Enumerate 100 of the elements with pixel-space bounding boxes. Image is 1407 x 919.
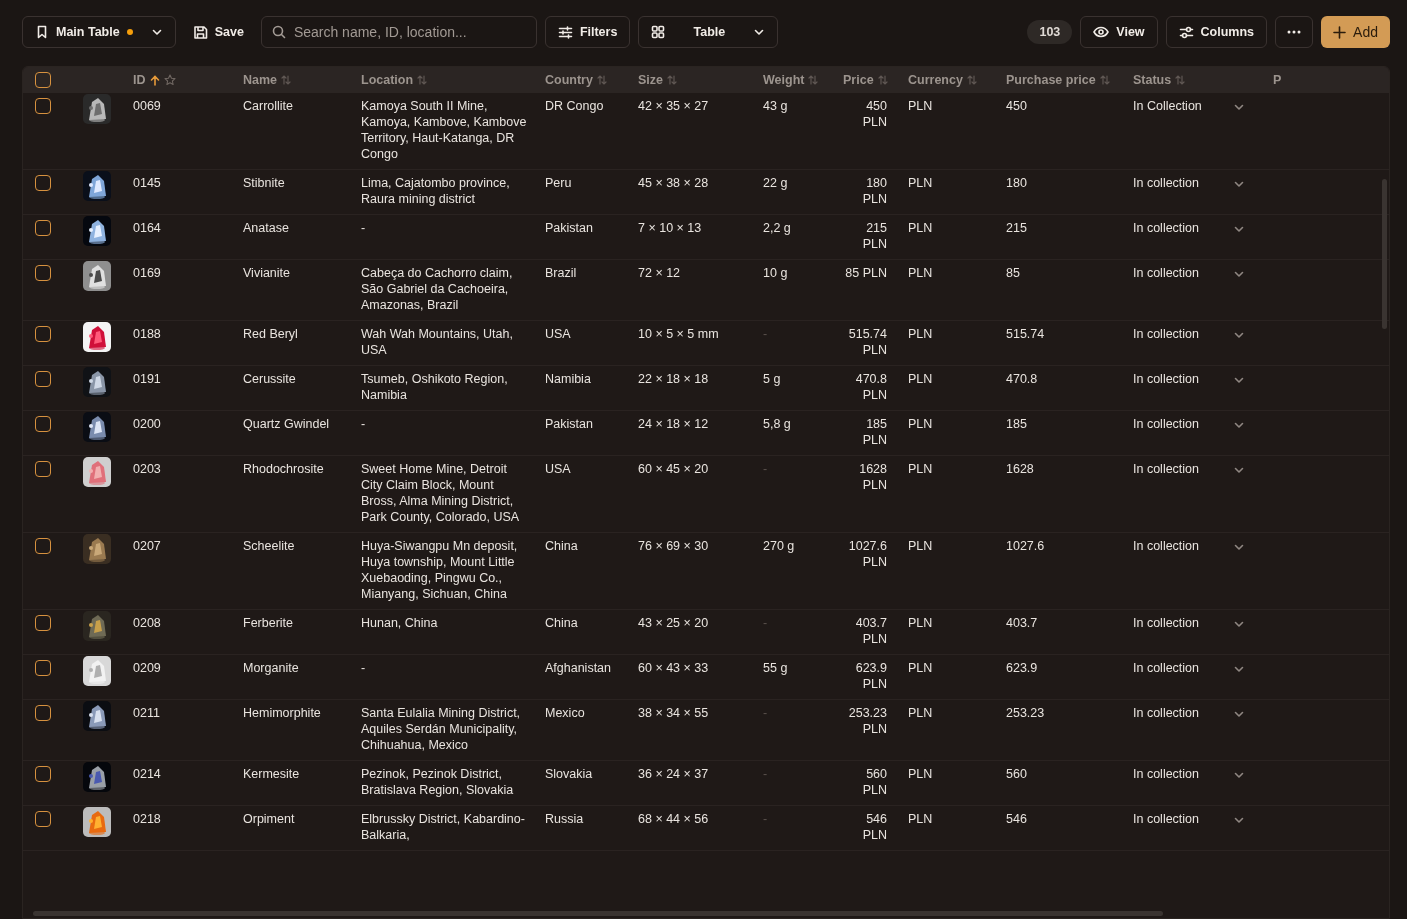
row-checkbox[interactable] xyxy=(35,98,51,114)
country-cell: USA xyxy=(545,327,571,341)
status-cell: In collection xyxy=(1133,812,1199,826)
weight-cell: - xyxy=(763,812,768,826)
table-menu-button[interactable]: Main Table xyxy=(22,16,176,48)
price-cell: 185 PLN xyxy=(862,417,887,447)
currency-cell: PLN xyxy=(908,176,933,190)
view-select[interactable]: Table xyxy=(638,16,779,48)
columns-button[interactable]: Columns xyxy=(1165,16,1268,48)
name-cell: Kermesite xyxy=(243,767,300,781)
status-cell: In collection xyxy=(1133,767,1199,781)
location-cell: Cabeça do Cachorro claim, São Gabriel da Cachoeira, Amazonas, Brazil xyxy=(361,266,513,312)
column-header[interactable]: ID xyxy=(133,70,146,90)
currency-cell: PLN xyxy=(908,539,933,553)
country-cell: Peru xyxy=(545,176,572,190)
purchase-price-cell: 515.74 xyxy=(1006,327,1045,341)
column-header[interactable]: Country xyxy=(545,70,593,90)
row-checkbox[interactable] xyxy=(35,175,51,191)
purchase-price-cell: 85 xyxy=(1006,266,1020,280)
price-cell: 546 PLN xyxy=(862,812,887,842)
name-cell: Scheelite xyxy=(243,539,295,553)
row-checkbox[interactable] xyxy=(35,220,51,236)
purchase-price-cell: 470.8 xyxy=(1006,372,1038,386)
price-cell: 515.74 PLN xyxy=(848,327,887,357)
size-cell: 7 × 10 × 13 xyxy=(638,221,702,235)
column-header[interactable]: Status xyxy=(1133,70,1172,90)
country-cell: Russia xyxy=(545,812,584,826)
location-cell: Elbrussky District, Kabardino-Balkaria, xyxy=(361,812,525,842)
weight-cell: - xyxy=(763,706,768,720)
scrollbar[interactable] xyxy=(33,911,1163,916)
location-cell: Kamoya South II Mine, Kamoya, Kambove, Kambove Territory, Haut-Katanga, DR Congo xyxy=(361,99,527,161)
id-cell: 0191 xyxy=(133,372,161,386)
plus-icon xyxy=(1333,25,1347,39)
purchase-price-cell: 253.23 xyxy=(1006,706,1045,720)
name-cell: Cerussite xyxy=(243,372,296,386)
country-cell: DR Congo xyxy=(545,99,604,113)
currency-cell: PLN xyxy=(908,99,933,113)
location-cell: Tsumeb, Oshikoto Region, Namibia xyxy=(361,372,508,402)
column-header[interactable]: Price xyxy=(843,70,874,90)
country-cell: Brazil xyxy=(545,266,577,280)
row-checkbox[interactable] xyxy=(35,705,51,721)
price-cell: 450 PLN xyxy=(862,99,887,129)
filters-button[interactable]: Filters xyxy=(544,16,631,48)
size-cell: 36 × 24 × 37 xyxy=(638,767,709,781)
select-all-checkbox[interactable] xyxy=(35,72,51,88)
row-checkbox[interactable] xyxy=(35,538,51,554)
name-cell: Morganite xyxy=(243,661,299,675)
column-header[interactable]: Weight xyxy=(763,70,805,90)
currency-cell: PLN xyxy=(908,417,933,431)
country-cell: USA xyxy=(545,462,571,476)
sliders-icon xyxy=(557,24,573,40)
purchase-price-cell: 180 xyxy=(1006,176,1027,190)
row-checkbox[interactable] xyxy=(35,660,51,676)
weight-cell: - xyxy=(763,616,768,630)
column-header[interactable]: Name xyxy=(243,70,278,90)
row-checkbox[interactable] xyxy=(35,326,51,342)
size-cell: 42 × 35 × 27 xyxy=(638,99,709,113)
location-cell: Pezinok, Pezinok District, Bratislava Region, Slovakia xyxy=(361,767,514,797)
name-cell: Hemimorphite xyxy=(243,706,321,720)
location-cell: Huya-Siwangpu Mn deposit, Huya township, Mount Little Xuebaoding, Pingwu Co., Mianyang, Sichuan, China xyxy=(361,539,518,601)
weight-cell: 270 g xyxy=(763,539,795,553)
weight-cell: 22 g xyxy=(763,176,788,190)
purchase-price-cell: 623.9 xyxy=(1006,661,1038,675)
id-cell: 0211 xyxy=(133,706,160,720)
column-header[interactable]: P xyxy=(1273,70,1282,90)
column-header[interactable]: Purchase price xyxy=(1006,70,1096,90)
currency-cell: PLN xyxy=(908,812,933,826)
row-checkbox[interactable] xyxy=(35,416,51,432)
id-cell: 0200 xyxy=(133,417,161,431)
id-cell: 0188 xyxy=(133,327,161,341)
row-checkbox[interactable] xyxy=(35,265,51,281)
column-header[interactable]: Location xyxy=(361,70,414,90)
country-cell: Pakistan xyxy=(545,221,593,235)
column-header[interactable]: Currency xyxy=(908,70,963,90)
status-cell: In collection xyxy=(1133,616,1199,630)
price-cell: 560 PLN xyxy=(862,767,887,797)
row-checkbox[interactable] xyxy=(35,461,51,477)
country-cell: Mexico xyxy=(545,706,585,720)
save-button[interactable]: Save xyxy=(183,16,253,48)
view-button[interactable]: View xyxy=(1080,16,1158,48)
name-cell: Orpiment xyxy=(243,812,295,826)
scrollbar[interactable] xyxy=(1382,179,1387,329)
star-icon[interactable] xyxy=(163,74,176,86)
location-cell: - xyxy=(361,221,366,235)
save-icon xyxy=(192,24,208,40)
row-checkbox[interactable] xyxy=(35,615,51,631)
row-checkbox[interactable] xyxy=(35,371,51,387)
status-cell: In collection xyxy=(1133,661,1199,675)
row-checkbox[interactable] xyxy=(35,766,51,782)
country-cell: Namibia xyxy=(545,372,591,386)
row-checkbox[interactable] xyxy=(35,811,51,827)
more-button[interactable] xyxy=(1275,16,1314,48)
id-cell: 0203 xyxy=(133,462,161,476)
add-button[interactable]: Add xyxy=(1321,16,1390,48)
bookmark-icon xyxy=(35,25,49,39)
currency-cell: PLN xyxy=(908,221,933,235)
search-field[interactable]: Search name, ID, location... xyxy=(260,16,537,48)
grid-icon xyxy=(651,25,666,39)
weight-cell: 2,2 g xyxy=(763,221,791,235)
column-header[interactable]: Size xyxy=(638,70,663,90)
